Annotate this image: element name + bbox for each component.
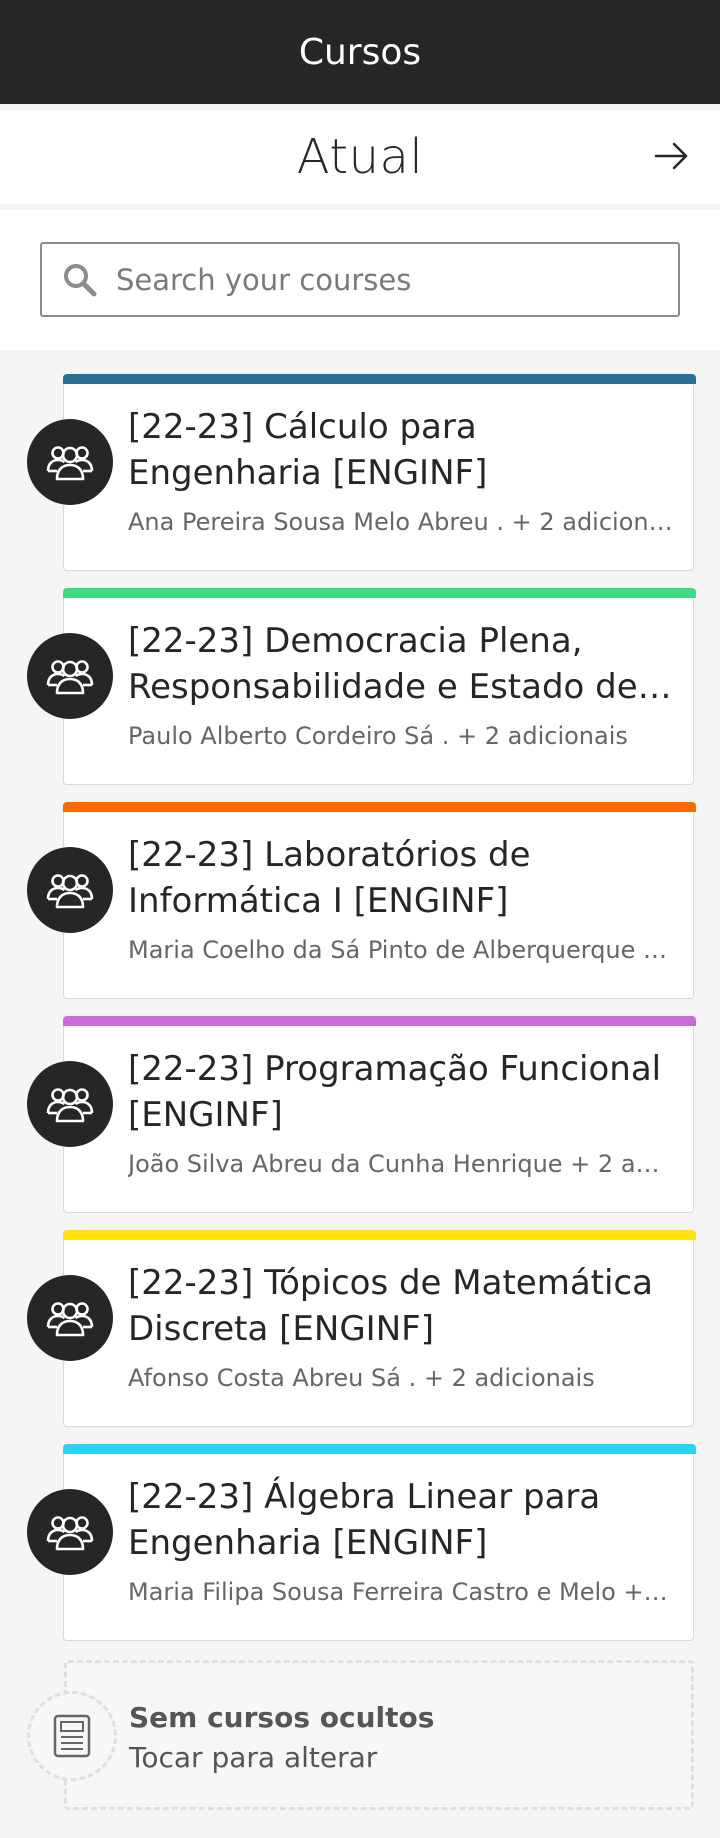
course-title: [22-23] Álgebra Linear para Engenharia [… bbox=[128, 1477, 601, 1563]
course-teachers: Afonso Costa Abreu Sá . + 2 adicionais bbox=[128, 1364, 595, 1392]
course-teachers: Maria Coelho da Sá Pinto de Alberquerque… bbox=[128, 936, 673, 964]
course-teachers: Ana Pereira Sousa Melo Abreu . + 2 adici… bbox=[128, 508, 673, 536]
search-icon bbox=[62, 262, 98, 298]
arrow-right-icon[interactable] bbox=[650, 134, 694, 178]
archive-icon bbox=[27, 1691, 117, 1781]
course-title: [22-23] Laboratórios de Informática I [E… bbox=[128, 835, 531, 921]
course-teachers: Maria Filipa Sousa Ferreira Castro e Mel… bbox=[128, 1578, 673, 1606]
course-card[interactable]: [22-23] Democracia Plena, Responsabilida… bbox=[27, 588, 696, 785]
group-icon bbox=[27, 1061, 113, 1147]
course-card[interactable]: [22-23] Cálculo para Engenharia [ENGINF]… bbox=[27, 374, 696, 571]
course-title: [22-23] Democracia Plena, Responsabilida… bbox=[128, 621, 638, 707]
course-color-stripe bbox=[63, 1016, 696, 1026]
search-box[interactable] bbox=[40, 242, 680, 317]
course-color-stripe bbox=[63, 1230, 696, 1240]
course-card[interactable]: [22-23] Tópicos de Matemática Discreta [… bbox=[27, 1230, 696, 1427]
group-icon bbox=[27, 633, 113, 719]
term-title: Atual bbox=[296, 129, 424, 185]
course-title: [22-23] Tópicos de Matemática Discreta [… bbox=[128, 1263, 653, 1349]
page-title: Cursos bbox=[298, 31, 422, 73]
course-color-stripe bbox=[63, 374, 696, 384]
hidden-courses-card[interactable]: Sem cursos ocultos Tocar para alterar bbox=[27, 1660, 694, 1810]
group-icon bbox=[27, 1275, 113, 1361]
course-color-stripe bbox=[63, 588, 696, 598]
term-selector: Atual bbox=[0, 110, 720, 204]
course-title: [22-23] Programação Funcional [ENGINF] bbox=[128, 1049, 662, 1135]
course-teachers: Paulo Alberto Cordeiro Sá . + 2 adiciona… bbox=[128, 722, 628, 750]
app-bar: Cursos bbox=[0, 0, 720, 104]
search-section bbox=[0, 210, 720, 350]
hidden-courses-subtitle: Tocar para alterar bbox=[129, 1741, 378, 1774]
course-color-stripe bbox=[63, 802, 696, 812]
course-card[interactable]: [22-23] Laboratórios de Informática I [E… bbox=[27, 802, 696, 999]
course-teachers: João Silva Abreu da Cunha Henrique + 2 a… bbox=[128, 1150, 673, 1178]
hidden-courses-title: Sem cursos ocultos bbox=[129, 1701, 435, 1734]
course-card[interactable]: [22-23] Álgebra Linear para Engenharia [… bbox=[27, 1444, 696, 1641]
group-icon bbox=[27, 1489, 113, 1575]
course-card[interactable]: [22-23] Programação Funcional [ENGINF] J… bbox=[27, 1016, 696, 1213]
group-icon bbox=[27, 847, 113, 933]
search-input[interactable] bbox=[116, 262, 636, 297]
group-icon bbox=[27, 419, 113, 505]
course-color-stripe bbox=[63, 1444, 696, 1454]
course-title: [22-23] Cálculo para Engenharia [ENGINF] bbox=[128, 407, 488, 493]
